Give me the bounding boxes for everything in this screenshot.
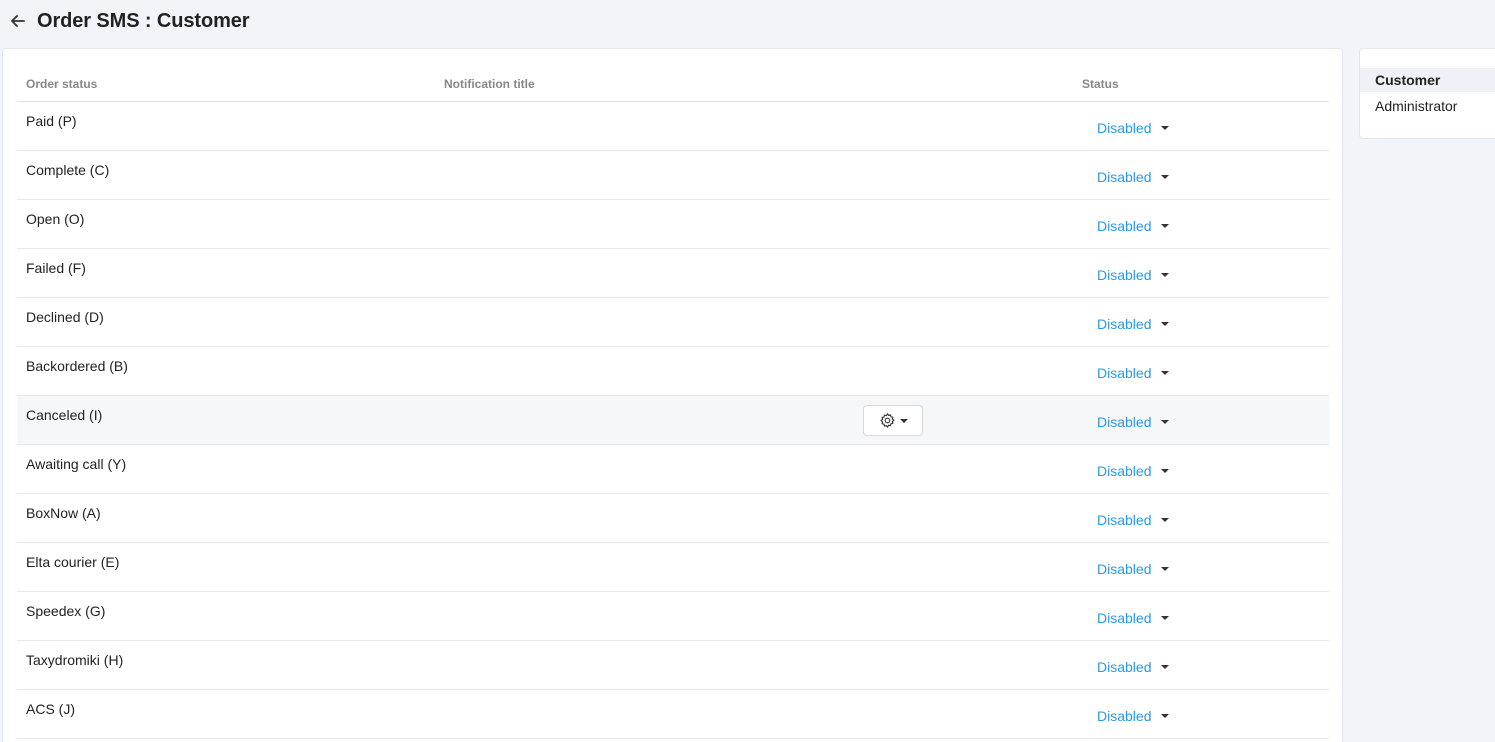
table-row: Open (O) Disabled <box>17 200 1329 249</box>
table-row: Canceled (I) Disabled <box>17 396 1329 445</box>
recipient-menu: Customer Administrator <box>1359 48 1495 139</box>
status-dropdown[interactable]: Disabled <box>1097 364 1170 382</box>
status-dropdown[interactable]: Disabled <box>1097 560 1170 578</box>
order-status-name: Awaiting call (Y) <box>26 456 127 472</box>
status-value: Disabled <box>1097 120 1152 136</box>
caret-down-icon <box>1161 518 1170 522</box>
table-row: Complete (C) Disabled <box>17 151 1329 200</box>
status-value: Disabled <box>1097 708 1152 724</box>
table-row: Awaiting call (Y) Disabled <box>17 445 1329 494</box>
status-value: Disabled <box>1097 169 1152 185</box>
table-row: Taxydromiki (H) Disabled <box>17 641 1329 690</box>
status-value: Disabled <box>1097 414 1152 430</box>
caret-down-icon <box>1161 371 1170 375</box>
table-row: Speedex (G) Disabled <box>17 592 1329 641</box>
order-status-name: Elta courier (E) <box>26 554 120 570</box>
table-body: Paid (P) Disabled Complete (C) Disabled Open… <box>17 102 1329 739</box>
caret-down-icon <box>1161 175 1170 179</box>
table-row: Backordered (B) Disabled <box>17 347 1329 396</box>
column-header-order-status: Order status <box>26 77 98 91</box>
status-dropdown[interactable]: Disabled <box>1097 413 1170 431</box>
order-status-name: Open (O) <box>26 211 85 227</box>
order-status-name: ACS (J) <box>26 701 75 717</box>
order-status-name: Complete (C) <box>26 162 110 178</box>
caret-down-icon <box>1161 469 1170 473</box>
status-value: Disabled <box>1097 512 1152 528</box>
arrow-left-icon[interactable] <box>8 11 28 31</box>
status-value: Disabled <box>1097 659 1152 675</box>
status-value: Disabled <box>1097 316 1152 332</box>
menu-item-customer[interactable]: Customer <box>1360 68 1495 92</box>
order-status-name: Speedex (G) <box>26 603 106 619</box>
caret-down-icon <box>899 418 908 423</box>
status-dropdown[interactable]: Disabled <box>1097 266 1170 284</box>
status-dropdown[interactable]: Disabled <box>1097 511 1170 529</box>
table-row: BoxNow (A) Disabled <box>17 494 1329 543</box>
gear-icon <box>879 413 895 428</box>
table-row: Declined (D) Disabled <box>17 298 1329 347</box>
status-value: Disabled <box>1097 561 1152 577</box>
order-status-name: Canceled (I) <box>26 407 103 423</box>
column-header-notification-title: Notification title <box>444 77 535 91</box>
status-value: Disabled <box>1097 463 1152 479</box>
caret-down-icon <box>1161 322 1170 326</box>
caret-down-icon <box>1161 273 1170 277</box>
top-bar: Order SMS : Customer <box>0 0 1495 46</box>
caret-down-icon <box>1161 224 1170 228</box>
table-row: ACS (J) Disabled <box>17 690 1329 739</box>
status-value: Disabled <box>1097 267 1152 283</box>
order-status-name: Declined (D) <box>26 309 104 325</box>
table-row: Failed (F) Disabled <box>17 249 1329 298</box>
table-header: Order status Notification title Status <box>17 77 1329 102</box>
order-status-name: Taxydromiki (H) <box>26 652 124 668</box>
notifications-panel: Order status Notification title Status P… <box>2 48 1343 742</box>
order-status-name: Paid (P) <box>26 113 77 129</box>
column-header-status: Status <box>1082 77 1119 91</box>
status-dropdown[interactable]: Disabled <box>1097 315 1170 333</box>
status-value: Disabled <box>1097 365 1152 381</box>
table-row: Elta courier (E) Disabled <box>17 543 1329 592</box>
status-dropdown[interactable]: Disabled <box>1097 707 1170 725</box>
status-dropdown[interactable]: Disabled <box>1097 609 1170 627</box>
status-dropdown[interactable]: Disabled <box>1097 168 1170 186</box>
order-status-name: BoxNow (A) <box>26 505 101 521</box>
order-status-name: Failed (F) <box>26 260 86 276</box>
status-value: Disabled <box>1097 218 1152 234</box>
caret-down-icon <box>1161 665 1170 669</box>
order-status-name: Backordered (B) <box>26 358 128 374</box>
page-title: Order SMS : Customer <box>37 10 250 32</box>
menu-item-administrator[interactable]: Administrator <box>1360 94 1495 118</box>
caret-down-icon <box>1161 714 1170 718</box>
status-dropdown[interactable]: Disabled <box>1097 217 1170 235</box>
row-settings-button[interactable] <box>863 405 923 436</box>
caret-down-icon <box>1161 567 1170 571</box>
table-row: Paid (P) Disabled <box>17 102 1329 151</box>
status-value: Disabled <box>1097 610 1152 626</box>
status-dropdown[interactable]: Disabled <box>1097 119 1170 137</box>
status-dropdown[interactable]: Disabled <box>1097 462 1170 480</box>
caret-down-icon <box>1161 420 1170 424</box>
caret-down-icon <box>1161 616 1170 620</box>
caret-down-icon <box>1161 126 1170 130</box>
status-dropdown[interactable]: Disabled <box>1097 658 1170 676</box>
